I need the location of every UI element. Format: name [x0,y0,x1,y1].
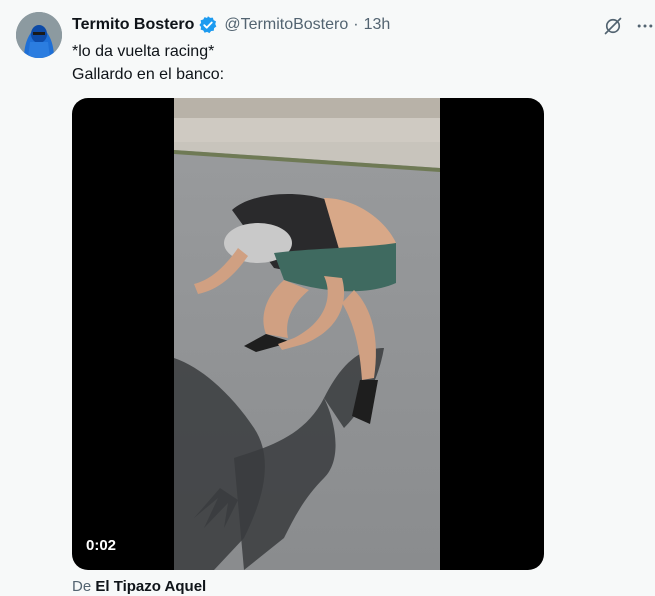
handle[interactable]: @TermitoBostero [224,16,348,34]
tweet-header: Termito Bostero @TermitoBostero · 13h [72,14,565,36]
display-name[interactable]: Termito Bostero [72,16,194,34]
more-icon[interactable] [634,15,655,37]
video-player[interactable]: 0:02 [72,98,544,570]
attribution-source-link[interactable]: El Tipazo Aquel [95,578,206,595]
separator-dot: · [353,16,359,33]
media-attribution: De El Tipazo Aquel [72,578,206,595]
avatar[interactable] [16,12,62,58]
verified-badge-icon[interactable] [198,15,218,35]
video-duration: 0:02 [86,537,117,554]
timestamp[interactable]: 13h [364,16,391,34]
video-frame [174,98,440,570]
grok-icon[interactable] [602,15,624,37]
tweet-text-line: Gallardo en el banco: [72,66,225,83]
attribution-prefix: De [72,578,92,595]
tweet-text-line: *lo da vuelta racing* [72,43,215,60]
tweet-text: *lo da vuelta racing* Gallardo en el ban… [72,40,224,86]
